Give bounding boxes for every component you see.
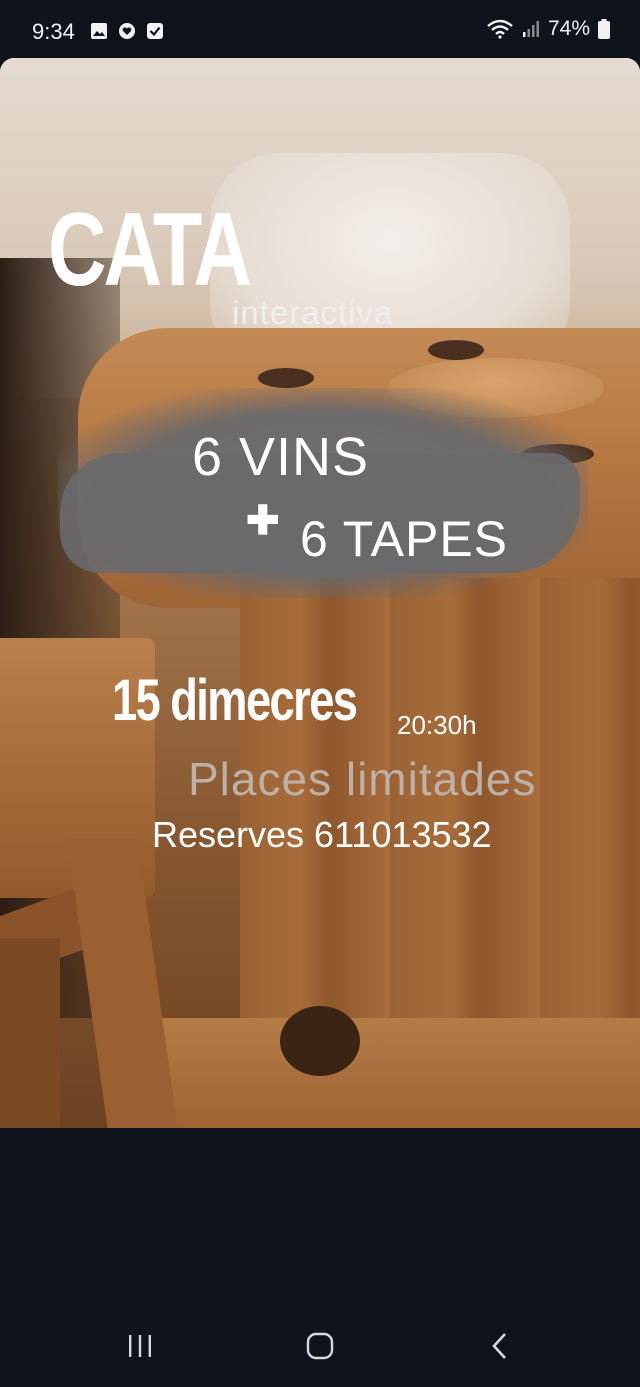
spool-hole [280, 1006, 360, 1076]
headline-subtitle: interactiva [232, 294, 394, 331]
recents-icon[interactable] [120, 1330, 160, 1362]
home-icon[interactable] [300, 1330, 340, 1362]
headline-cata: CATA [48, 192, 252, 308]
status-bar: 9:34 74% [0, 0, 640, 56]
wifi-icon [487, 19, 513, 39]
stool-leg [0, 938, 60, 1128]
navigation-bar [0, 1300, 640, 1387]
back-icon[interactable] [480, 1330, 520, 1362]
spool-bolt [258, 368, 314, 388]
heart-badge-icon [119, 23, 135, 39]
wines-count: 6 VINS [192, 427, 370, 487]
gallery-icon [91, 23, 107, 39]
signal-icon [522, 21, 539, 37]
plus-icon: ✚ [246, 499, 280, 543]
story-image[interactable]: CATA interactiva 6 VINS ✚ 6 TAPES 15 dim… [0, 58, 640, 1128]
status-time: 9:34 [32, 19, 75, 44]
tapas-count: 6 TAPES [300, 511, 509, 567]
event-date: 15 dimecres [112, 668, 358, 733]
wooden-spool-base [150, 1018, 640, 1128]
checkbox-icon [147, 23, 163, 39]
reservation-phone: Reserves 611013532 [152, 814, 492, 855]
battery-percentage: 74% [547, 17, 590, 40]
limited-places: Places limitades [188, 753, 537, 805]
wooden-spool-body [240, 578, 640, 1048]
battery-icon [598, 19, 610, 39]
event-time: 20:30h [397, 710, 477, 740]
spool-bolt [428, 340, 484, 360]
